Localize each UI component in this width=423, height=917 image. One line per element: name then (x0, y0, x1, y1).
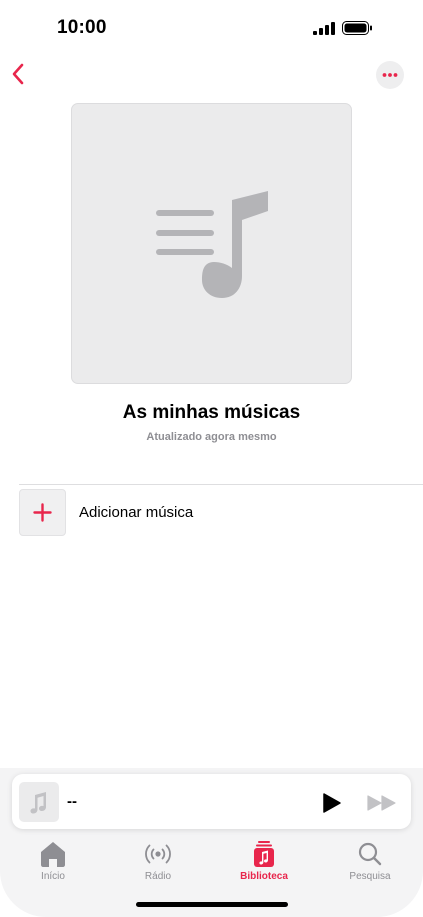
add-music-row[interactable]: Adicionar música (19, 489, 423, 536)
ellipsis-icon (382, 73, 398, 77)
tab-radio[interactable]: Rádio (118, 840, 198, 882)
mini-player-artwork (19, 782, 59, 822)
tab-biblioteca[interactable]: Biblioteca (224, 840, 304, 882)
playlist-title: As minhas músicas (122, 402, 301, 423)
library-icon (254, 841, 274, 867)
mini-player-track-title: -- (67, 793, 77, 810)
tab-inicio[interactable]: Início (13, 840, 93, 882)
tab-pesquisa[interactable]: Pesquisa (330, 840, 410, 882)
plus-icon (33, 503, 52, 522)
more-options-button[interactable] (376, 61, 404, 89)
playlist-subtitle: Atualizado agora mesmo (146, 431, 277, 443)
music-note-icon (30, 792, 46, 814)
back-chevron-icon[interactable] (10, 63, 28, 85)
battery-icon (342, 21, 372, 35)
tab-label: Biblioteca (240, 871, 288, 882)
magnifier-icon (358, 842, 382, 866)
fast-forward-icon[interactable] (366, 793, 398, 813)
radio-waves-icon (145, 844, 171, 864)
cellular-signal-icon (313, 22, 335, 35)
music-list-icon (156, 191, 268, 298)
divider (19, 484, 423, 485)
house-icon (41, 842, 65, 867)
add-music-label: Adicionar música (79, 504, 194, 521)
play-icon[interactable] (320, 792, 342, 814)
home-indicator[interactable] (136, 902, 288, 907)
playlist-artwork (71, 103, 352, 384)
tab-label: Rádio (144, 871, 172, 882)
add-music-button[interactable] (19, 489, 66, 536)
status-time: 10:00 (57, 17, 107, 38)
tab-label: Pesquisa (349, 871, 391, 882)
mini-player[interactable]: -- (12, 774, 411, 829)
tab-label: Início (41, 871, 65, 882)
